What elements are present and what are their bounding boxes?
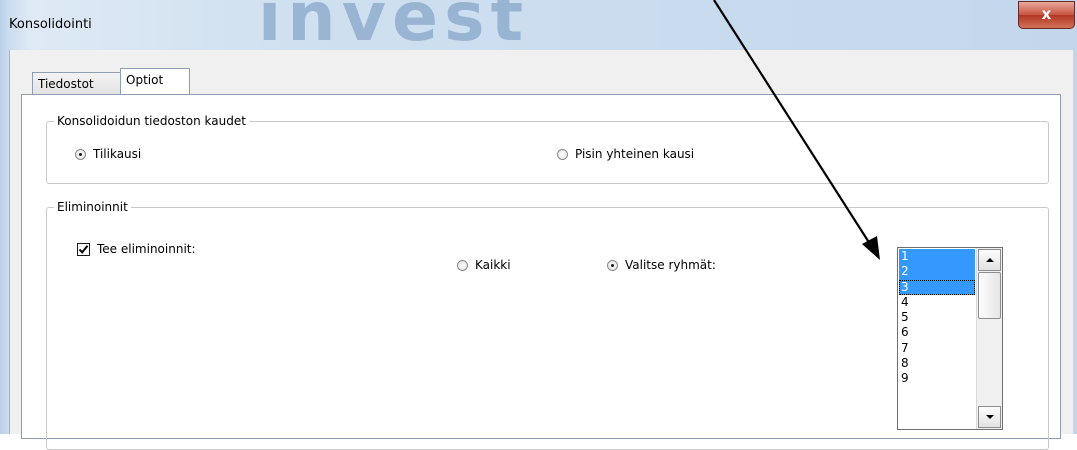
tab-label: Tiedostot xyxy=(38,77,94,91)
radio-tilikausi[interactable]: Tilikausi xyxy=(75,147,141,161)
radio-unchecked-icon xyxy=(457,259,468,271)
radio-valitse-ryhmat[interactable]: Valitse ryhmät: xyxy=(607,258,716,272)
period-group: Konsolidoidun tiedoston kaudet xyxy=(46,114,1049,184)
list-item-9[interactable]: 9 xyxy=(899,371,975,386)
title-bar[interactable]: invest Konsolidointi x xyxy=(0,0,1077,57)
tab-tiedostot[interactable]: Tiedostot xyxy=(32,72,121,94)
list-item-8[interactable]: 8 xyxy=(899,356,975,371)
group-list-items: 1 2 3 4 5 6 7 8 9 xyxy=(899,249,975,387)
checkbox-label: Tee eliminoinnit: xyxy=(97,242,196,256)
close-icon: x xyxy=(1041,5,1052,23)
watermark-logo: invest xyxy=(258,0,530,57)
list-item-2[interactable]: 2 xyxy=(899,264,975,280)
radio-kaikki[interactable]: Kaikki xyxy=(457,258,511,272)
scroll-down-arrow-icon xyxy=(986,415,994,419)
radio-checked-icon xyxy=(607,259,618,271)
scroll-thumb[interactable] xyxy=(978,272,1001,319)
list-item-1[interactable]: 1 xyxy=(899,249,975,265)
scroll-up-button[interactable] xyxy=(978,249,1001,271)
checkbox-tee-eliminoinnit[interactable]: Tee eliminoinnit: xyxy=(77,242,196,256)
radio-unchecked-icon xyxy=(557,148,568,160)
list-item-7[interactable]: 7 xyxy=(899,341,975,356)
list-item-4[interactable]: 4 xyxy=(899,295,975,310)
radio-label: Tilikausi xyxy=(93,147,142,161)
dialog-window: invest Konsolidointi x Tiedostot Optiot … xyxy=(0,0,1077,450)
radio-pisin-yhteinen-kausi[interactable]: Pisin yhteinen kausi xyxy=(557,147,694,161)
checkbox-checked-icon xyxy=(77,242,90,256)
radio-label: Pisin yhteinen kausi xyxy=(575,147,695,161)
list-item-3[interactable]: 3 xyxy=(899,279,975,295)
list-item-6[interactable]: 6 xyxy=(899,325,975,340)
elimination-group-legend: Eliminoinnit xyxy=(57,200,128,214)
window-title: Konsolidointi xyxy=(9,17,92,32)
list-item-5[interactable]: 5 xyxy=(899,310,975,325)
group-listbox[interactable]: 1 2 3 4 5 6 7 8 9 xyxy=(897,247,1003,430)
radio-label: Valitse ryhmät: xyxy=(625,258,716,272)
close-button[interactable]: x xyxy=(1018,1,1075,29)
period-group-legend: Konsolidoidun tiedoston kaudet xyxy=(57,114,246,128)
scroll-down-button[interactable] xyxy=(978,406,1001,428)
scroll-up-arrow-icon xyxy=(986,258,994,262)
tab-label: Optiot xyxy=(126,73,164,87)
listbox-scrollbar[interactable] xyxy=(976,248,1002,429)
tab-optiot[interactable]: Optiot xyxy=(120,68,190,94)
radio-checked-icon xyxy=(75,148,86,160)
radio-label: Kaikki xyxy=(475,258,511,272)
